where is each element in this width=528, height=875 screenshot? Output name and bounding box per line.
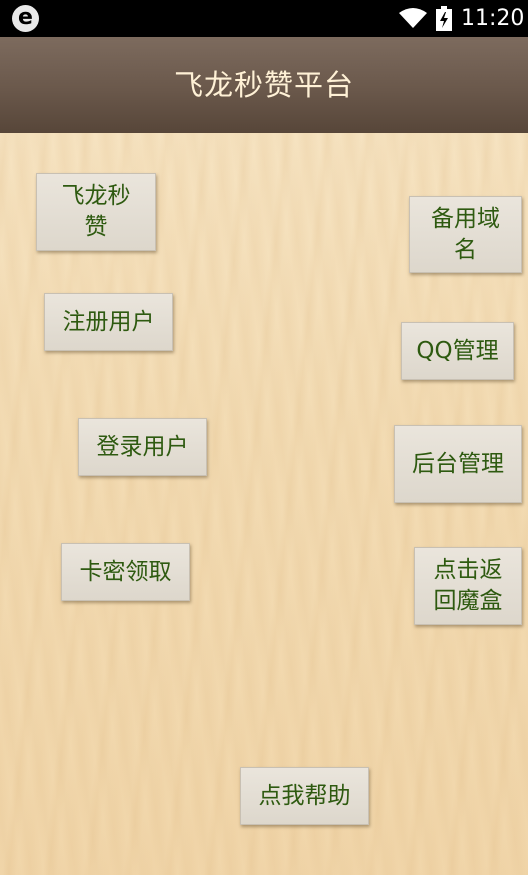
register-user-label: 注册用户	[62, 308, 155, 335]
register-user-button[interactable]: 注册用户	[44, 293, 173, 351]
login-user-button[interactable]: 登录用户	[78, 418, 207, 476]
backend-manage-label: 后台管理	[412, 450, 504, 477]
feilong-miaozan-label: 飞龙秒赞	[61, 183, 131, 240]
backend-manage-button[interactable]: 后台管理	[394, 425, 522, 503]
qq-manage-button[interactable]: QQ管理	[401, 322, 514, 380]
status-bar: e 11:20	[0, 0, 528, 37]
backup-domain-label: 备用域名	[431, 205, 500, 263]
feilong-miaozan-button[interactable]: 飞龙秒赞	[36, 173, 156, 251]
backup-domain-button[interactable]: 备用域名	[409, 196, 522, 273]
return-magic-box-label: 点击返回魔盒	[433, 557, 503, 614]
return-magic-box-button[interactable]: 点击返回魔盒	[414, 547, 522, 625]
wifi-icon	[399, 8, 427, 28]
card-code-label: 卡密领取	[79, 558, 172, 585]
title-bar: 飞龙秒赞平台	[0, 37, 528, 133]
card-code-button[interactable]: 卡密领取	[61, 543, 190, 601]
help-button[interactable]: 点我帮助	[240, 767, 369, 825]
qq-manage-label: QQ管理	[416, 337, 499, 364]
battery-charging-icon	[436, 6, 452, 31]
status-clock: 11:20	[461, 6, 525, 31]
help-label: 点我帮助	[258, 782, 351, 809]
app-logo-icon: e	[12, 5, 39, 32]
page-title: 飞龙秒赞平台	[173, 68, 354, 102]
login-user-label: 登录用户	[96, 433, 189, 460]
